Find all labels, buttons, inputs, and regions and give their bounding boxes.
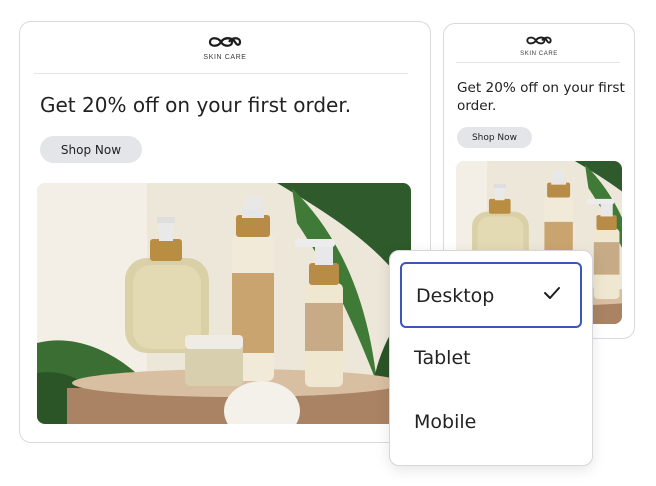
shop-now-button[interactable]: Shop Now bbox=[457, 127, 532, 148]
device-preview-menu: Desktop Tablet Mobile bbox=[389, 250, 593, 466]
infinity-logo-icon bbox=[208, 37, 242, 47]
brand-logo-text: SKIN CARE bbox=[520, 51, 558, 57]
checkmark-icon bbox=[544, 287, 560, 299]
skincare-bottles-image bbox=[37, 183, 411, 424]
header-divider bbox=[456, 62, 620, 63]
product-image bbox=[37, 183, 411, 424]
promo-headline: Get 20% off on your first order. bbox=[457, 80, 625, 114]
infinity-logo-icon bbox=[526, 36, 552, 45]
brand-logo: SKIN CARE bbox=[444, 33, 634, 57]
menu-option-label: Mobile bbox=[414, 411, 477, 433]
header-divider bbox=[34, 73, 408, 74]
menu-option-label: Tablet bbox=[414, 347, 471, 369]
menu-option-label: Desktop bbox=[416, 285, 495, 307]
promo-headline: Get 20% off on your first order. bbox=[40, 93, 352, 117]
menu-option-desktop[interactable]: Desktop bbox=[400, 262, 582, 328]
brand-logo: SKIN CARE bbox=[20, 35, 430, 61]
shop-now-button[interactable]: Shop Now bbox=[40, 136, 142, 163]
menu-option-mobile[interactable]: Mobile bbox=[400, 390, 582, 456]
brand-logo-text: SKIN CARE bbox=[203, 54, 247, 61]
menu-option-tablet[interactable]: Tablet bbox=[400, 326, 582, 392]
desktop-preview-card: SKIN CARE Get 20% off on your first orde… bbox=[19, 21, 431, 443]
